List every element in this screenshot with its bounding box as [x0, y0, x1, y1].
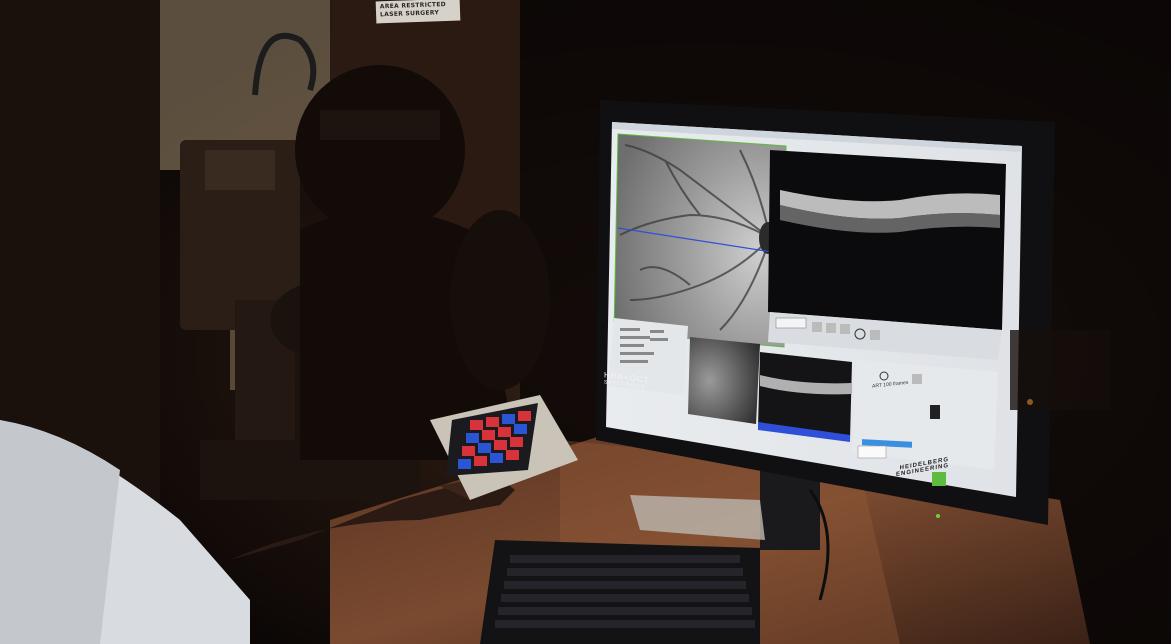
- wall-warning-sign: AREA RESTRICTED LASER SURGERY: [375, 0, 461, 24]
- wall-sign-line2: LASER SURGERY: [379, 9, 440, 19]
- oct-exam-room-photo: AREA RESTRICTED LASER SURGERY HRA+OCT SP…: [0, 0, 1171, 644]
- fundus-image-small: [688, 337, 760, 424]
- keyboard: [480, 540, 760, 644]
- oct-bscan-panel: [768, 150, 1006, 330]
- scene-illustration: [0, 0, 1171, 644]
